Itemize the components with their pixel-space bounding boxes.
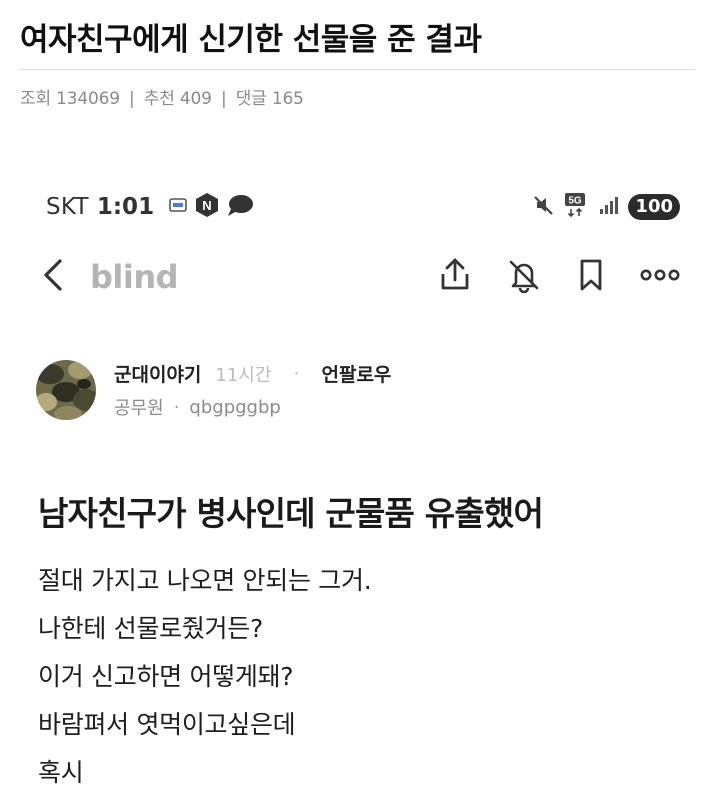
- comments-label: 댓글: [235, 89, 267, 109]
- article-title: 남자친구가 병사인데 군물품 유출했어: [38, 494, 544, 533]
- post-stats: 조회 134069 | 추천 409 | 댓글 165: [20, 84, 695, 109]
- author-id: qbgpggbp: [189, 396, 281, 418]
- svg-text:N: N: [202, 198, 211, 213]
- battery-level: 100: [628, 194, 680, 220]
- dot-separator: ·: [173, 396, 180, 418]
- article-line: 바람펴서 엿먹이고싶은데: [38, 710, 296, 739]
- signal-icon: [598, 194, 620, 220]
- carrier: SKT: [46, 194, 89, 220]
- app-bar: blind: [40, 255, 680, 299]
- title-divider: [20, 69, 695, 70]
- bookmark-icon[interactable]: [576, 257, 606, 297]
- embedded-screenshot: SKT 1:01 N 5G 100 blind 군대이야기 11시간 · 언팔로…: [0, 165, 714, 801]
- chat-bubble-icon: [226, 192, 254, 222]
- status-bar: SKT 1:01 N 5G 100: [46, 189, 680, 225]
- 5g-icon: 5G: [564, 192, 590, 222]
- app-bar-actions: [438, 255, 680, 299]
- notification-off-icon[interactable]: [506, 257, 542, 297]
- stats-separator: |: [220, 89, 227, 109]
- svg-text:5G: 5G: [569, 196, 583, 207]
- article-line: 이거 신고하면 어떻게돼?: [38, 662, 294, 691]
- author-meta: 공무원 · qbgpggbp: [114, 394, 281, 420]
- author-line: 군대이야기 11시간 · 언팔로우: [114, 360, 391, 387]
- stats-separator: |: [129, 89, 135, 109]
- recommend-count: 409: [179, 89, 212, 109]
- views-count: 134069: [56, 89, 120, 109]
- brand-logo: blind: [90, 258, 179, 296]
- more-icon[interactable]: [640, 267, 680, 287]
- avatar[interactable]: [36, 360, 96, 420]
- comments-count: 165: [271, 89, 304, 109]
- unfollow-button[interactable]: 언팔로우: [321, 360, 391, 387]
- article-line: 혹시: [38, 758, 84, 787]
- status-left-icons: N: [168, 192, 254, 222]
- sd-icon: [168, 195, 188, 219]
- back-chevron-icon[interactable]: [40, 257, 68, 297]
- author-job: 공무원: [114, 398, 164, 419]
- post-time: 11시간: [215, 364, 272, 386]
- clock: 1:01: [96, 194, 155, 220]
- recommend-label: 추천: [143, 89, 175, 109]
- author-name[interactable]: 군대이야기: [114, 360, 201, 387]
- share-icon[interactable]: [438, 257, 472, 297]
- post-title: 여자친구에게 신기한 선물을 준 결과: [20, 22, 482, 58]
- post-header: 여자친구에게 신기한 선물을 준 결과 조회 134069 | 추천 409 |…: [20, 18, 695, 109]
- author-info: 군대이야기 11시간 · 언팔로우 공무원 · qbgpggbp: [36, 358, 676, 422]
- article-body: 절대 가지고 나오면 안되는 그거. 나한테 선물로줬거든? 이거 신고하면 어…: [38, 557, 678, 797]
- dot-separator: ·: [293, 362, 300, 385]
- article-line: 나한테 선물로줬거든?: [38, 614, 263, 643]
- views-label: 조회: [20, 89, 51, 109]
- status-right-icons: 5G 100: [532, 189, 680, 225]
- article-line: 절대 가지고 나오면 안되는 그거.: [38, 566, 372, 595]
- mute-icon: [532, 193, 556, 221]
- n-app-icon: N: [194, 192, 220, 222]
